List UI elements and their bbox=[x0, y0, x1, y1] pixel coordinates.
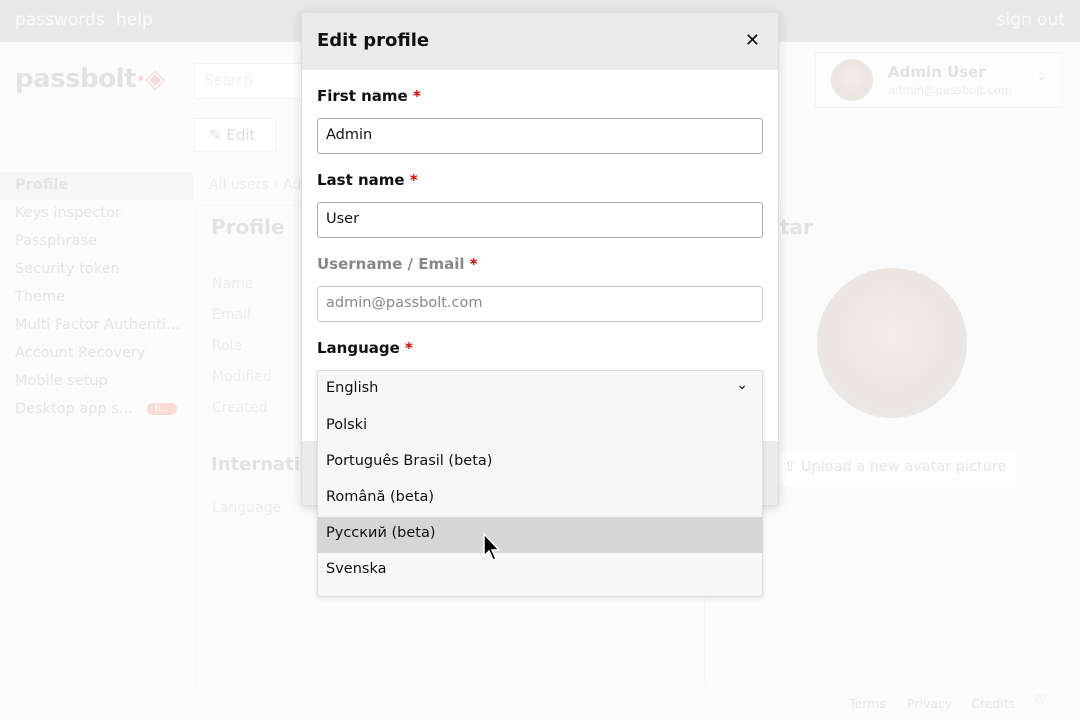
sidebar-item-keys[interactable]: Keys inspector bbox=[0, 200, 193, 228]
field-language-label: Language bbox=[212, 500, 282, 516]
label-text: Username / Email bbox=[317, 255, 465, 273]
edit-label: Edit bbox=[226, 126, 256, 144]
language-option-portugues[interactable]: Português Brasil (beta) bbox=[318, 445, 762, 481]
language-option-russian[interactable]: Русский (beta) bbox=[318, 517, 762, 553]
last-name-input[interactable]: User bbox=[317, 202, 763, 238]
footer-terms[interactable]: Terms bbox=[849, 696, 886, 711]
upload-avatar-button[interactable]: ⇧ Upload a new avatar picture bbox=[780, 452, 1016, 486]
field-name-label: Name bbox=[212, 276, 254, 292]
heart-icon: ♡ bbox=[1034, 693, 1047, 709]
chevron-down-icon: ⌄ bbox=[736, 377, 748, 393]
sidebar-item-profile[interactable]: Profile bbox=[0, 172, 193, 200]
field-email-label: Email bbox=[212, 307, 251, 323]
beta-badge: b... bbox=[146, 403, 177, 415]
avatar bbox=[831, 59, 873, 101]
profile-title: Profile bbox=[211, 215, 285, 239]
language-label: Language * bbox=[317, 339, 413, 357]
user-name: Admin User bbox=[888, 63, 986, 81]
close-icon[interactable]: ✕ bbox=[745, 30, 760, 51]
selected-language: English bbox=[326, 380, 379, 396]
sidebar-item-theme[interactable]: Theme bbox=[0, 284, 193, 312]
last-name-label: Last name * bbox=[317, 171, 418, 189]
sidebar-item-mobile[interactable]: Mobile setup bbox=[0, 368, 193, 396]
nav-passwords[interactable]: passwords bbox=[15, 10, 105, 30]
upload-icon: ⇧ bbox=[784, 459, 801, 475]
language-option-romana[interactable]: Română (beta) bbox=[318, 481, 762, 517]
sidebar-item-label: Desktop app s... bbox=[15, 401, 133, 417]
label-text: Last name bbox=[317, 171, 405, 189]
email-input: admin@passbolt.com bbox=[317, 286, 763, 322]
sidebar-item-mfa[interactable]: Multi Factor Authenti... bbox=[0, 312, 193, 340]
chevron-down-icon: ⌄ bbox=[1036, 69, 1047, 84]
label-text: First name bbox=[317, 87, 408, 105]
user-email: admin@passbolt.com bbox=[888, 83, 1013, 97]
user-badge[interactable]: Admin User admin@passbolt.com ⌄ bbox=[815, 52, 1063, 108]
sidebar-item-account-recovery[interactable]: Account Recovery bbox=[0, 340, 193, 368]
field-created-label: Created bbox=[212, 400, 268, 416]
breadcrumb[interactable]: All users › Adm bbox=[209, 177, 315, 193]
dialog-title: Edit profile bbox=[317, 30, 430, 51]
avatar-title: tar bbox=[780, 215, 813, 239]
avatar-picture bbox=[817, 268, 967, 418]
upload-label: Upload a new avatar picture bbox=[800, 459, 1007, 475]
field-role-label: Role bbox=[212, 338, 243, 354]
mouse-cursor-icon bbox=[483, 532, 501, 561]
dialog-header: Edit profile bbox=[302, 13, 778, 70]
nav-help[interactable]: help bbox=[116, 10, 153, 30]
required-mark: * bbox=[412, 87, 421, 105]
logo-arrow-icon: ·◈ bbox=[135, 64, 165, 94]
sidebar-item-security-token[interactable]: Security token bbox=[0, 256, 193, 284]
email-label: Username / Email * bbox=[317, 255, 478, 273]
field-modified-label: Modified bbox=[212, 369, 272, 385]
first-name-input[interactable]: Admin bbox=[317, 118, 763, 154]
footer-privacy[interactable]: Privacy bbox=[907, 696, 952, 711]
required-mark: * bbox=[469, 255, 478, 273]
logo-text: passbolt bbox=[15, 64, 136, 94]
required-mark: * bbox=[409, 171, 418, 189]
language-option-svenska[interactable]: Svenska bbox=[318, 553, 762, 589]
required-mark: * bbox=[405, 339, 413, 357]
language-select[interactable]: English ⌄ Polski Português Brasil (beta) … bbox=[317, 370, 763, 597]
edit-button[interactable]: ✎ Edit bbox=[194, 118, 276, 152]
search-input[interactable]: Search bbox=[194, 63, 304, 99]
passbolt-logo: passbolt·◈ bbox=[15, 64, 165, 94]
sidebar-item-passphrase[interactable]: Passphrase bbox=[0, 228, 193, 256]
label-text: Language bbox=[317, 339, 400, 357]
sign-out-link[interactable]: sign out bbox=[997, 10, 1065, 30]
sidebar-item-desktop[interactable]: Desktop app s... b... bbox=[0, 396, 193, 424]
intl-title: Internatio bbox=[211, 454, 313, 475]
language-select-value[interactable]: English ⌄ bbox=[318, 371, 762, 409]
language-option-polski[interactable]: Polski bbox=[318, 409, 762, 445]
first-name-label: First name * bbox=[317, 87, 421, 105]
footer-credits[interactable]: Credits bbox=[971, 696, 1015, 711]
edit-icon: ✎ bbox=[209, 126, 227, 144]
